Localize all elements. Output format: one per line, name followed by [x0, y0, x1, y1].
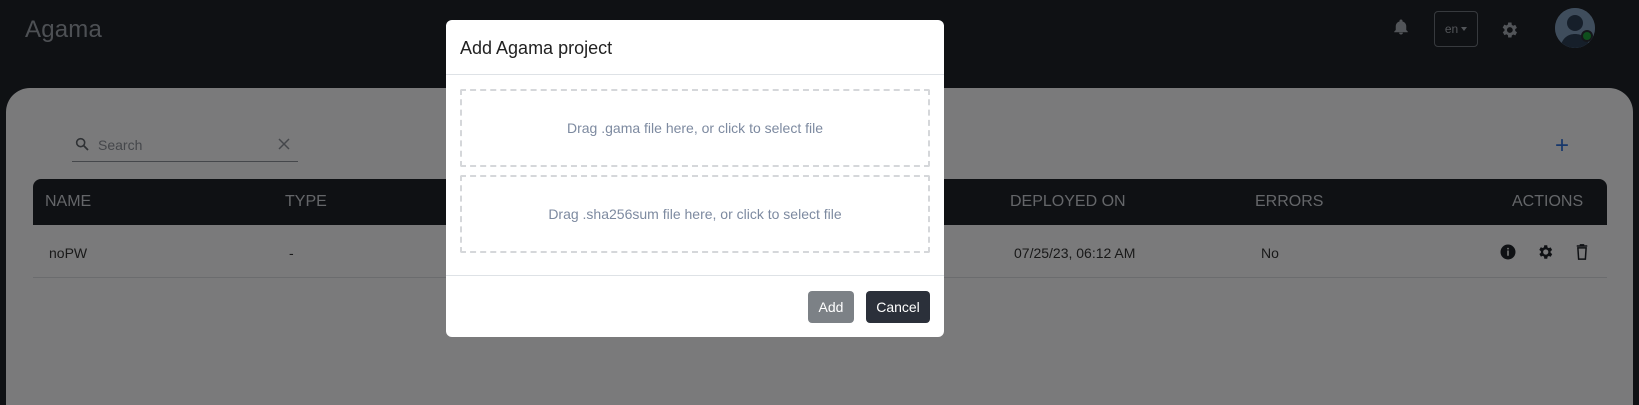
gama-file-dropzone[interactable]: Drag .gama file here, or click to select… — [460, 89, 930, 167]
cancel-button[interactable]: Cancel — [866, 291, 930, 323]
add-project-dialog: Add Agama project Drag .gama file here, … — [446, 20, 944, 337]
dialog-header-divider — [446, 74, 944, 75]
add-button[interactable]: Add — [808, 291, 854, 323]
sha-dropzone-label: Drag .sha256sum file here, or click to s… — [548, 206, 842, 222]
sha256sum-file-dropzone[interactable]: Drag .sha256sum file here, or click to s… — [460, 175, 930, 253]
gama-dropzone-label: Drag .gama file here, or click to select… — [567, 120, 823, 136]
dialog-title: Add Agama project — [460, 38, 613, 58]
dialog-footer-divider — [446, 275, 944, 276]
